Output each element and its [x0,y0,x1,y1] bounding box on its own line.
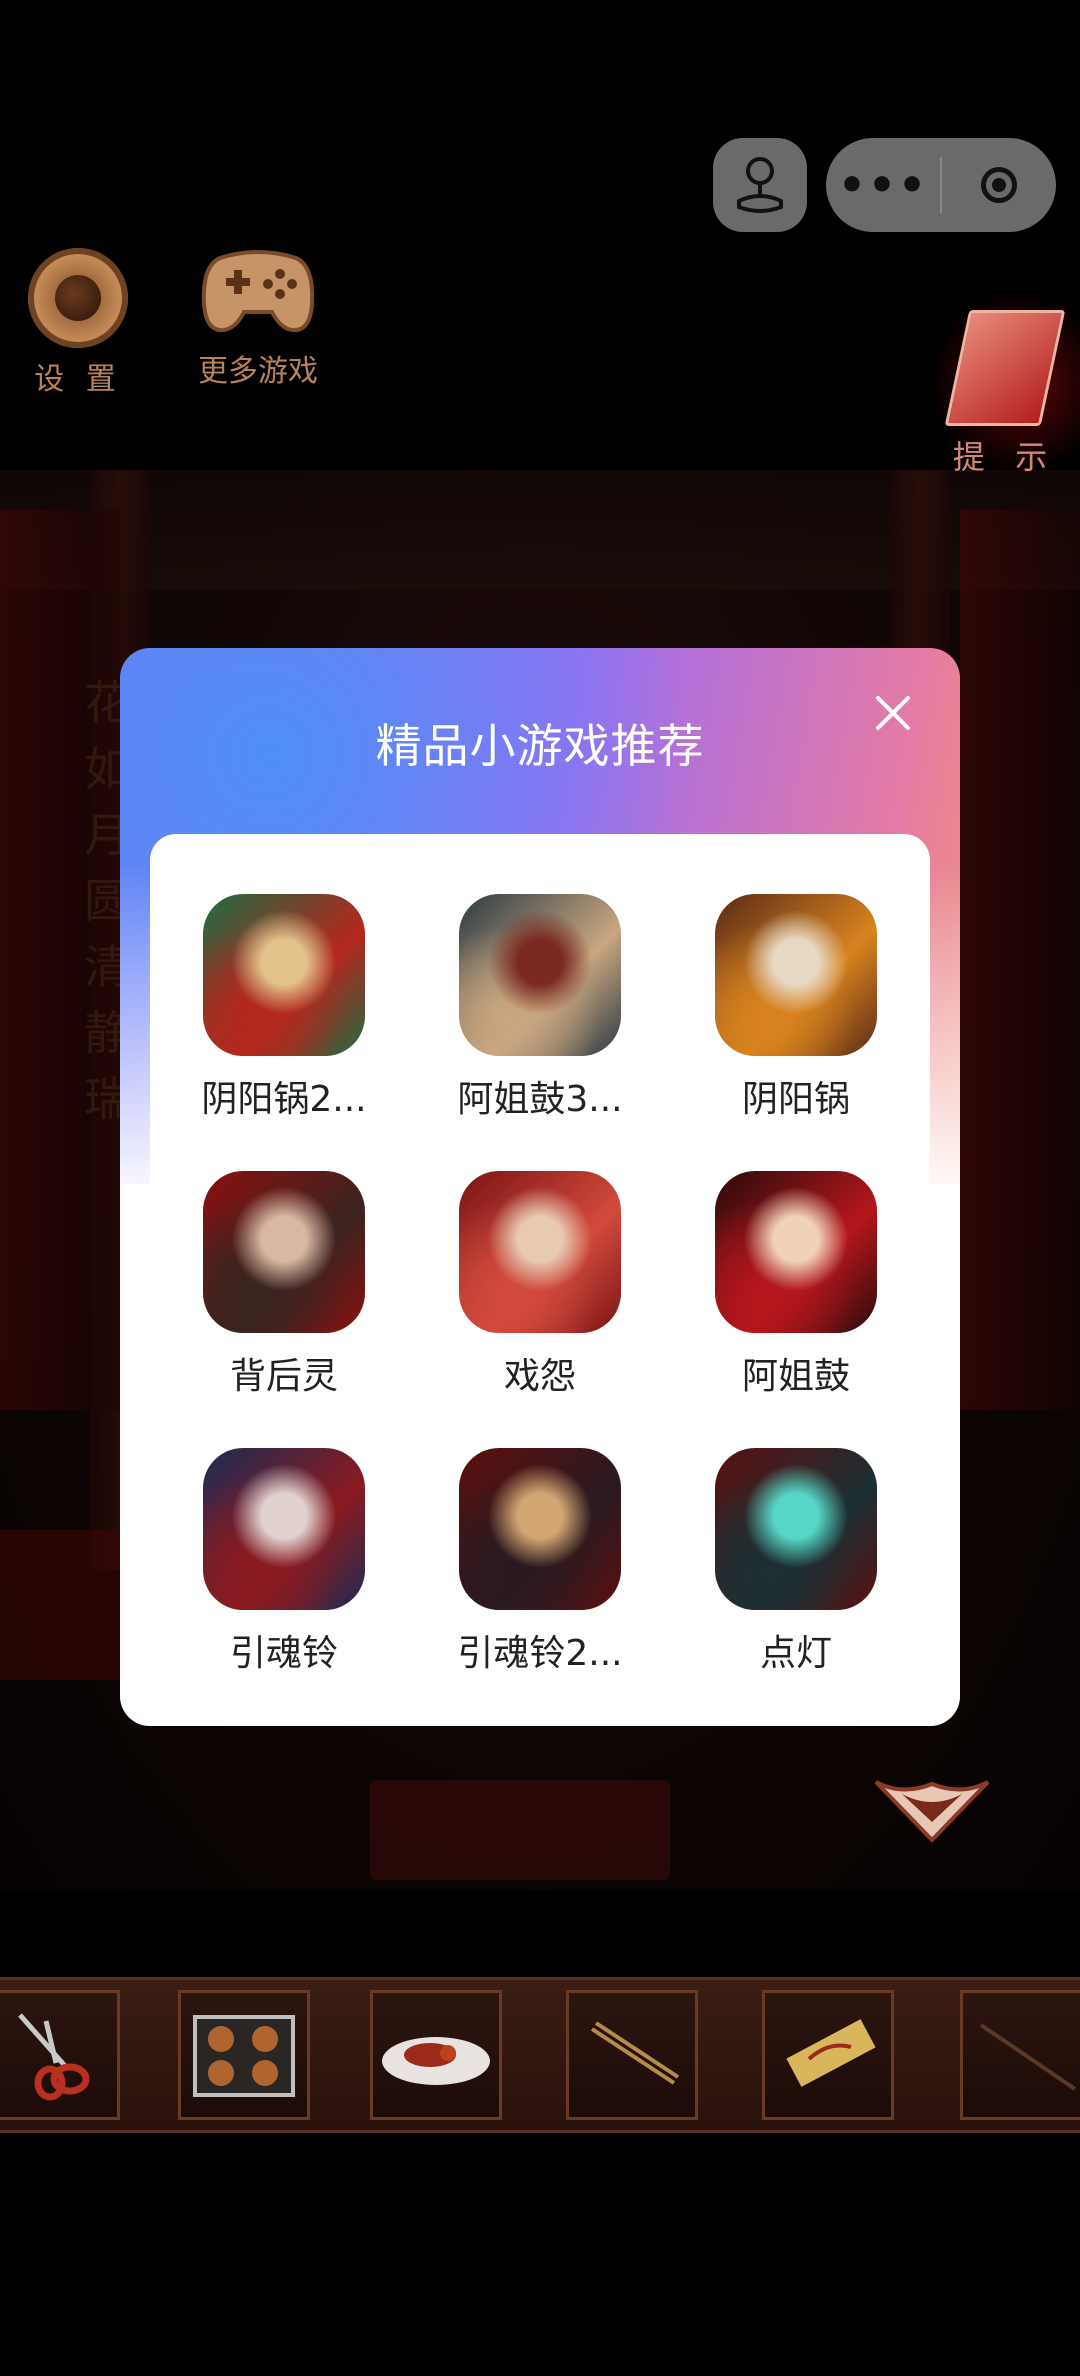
man-with-bell-icon [459,1448,621,1610]
more-games-button[interactable]: 更多游戏 [188,244,328,390]
incense-stick-icon [979,2023,1077,2091]
record-circle-icon [981,167,1017,203]
more-options-button[interactable]: ••• [826,138,940,232]
game-item[interactable]: 阿姐鼓3... [430,894,650,1134]
game-item[interactable]: 点灯 [686,1448,906,1688]
exit-mini-program-button[interactable] [942,138,1056,232]
game-screen: 花如月圆清静瑞 设 置 更多游戏 提 示 ••• 精品小游戏推荐 阴阳锅2...… [0,0,1080,2376]
close-icon[interactable] [870,690,916,736]
game-item[interactable]: 阴阳锅2... [174,894,394,1134]
settings-button[interactable]: 设 置 [18,248,138,398]
recommend-games-modal: 精品小游戏推荐 阴阳锅2... 阿姐鼓3... 阴阳锅 背后灵 戏怨 阿姐鼓 引… [120,648,960,1726]
game-name: 戏怨 [503,1356,576,1397]
game-name: 引魂铃 [229,1633,338,1674]
joystick-icon [737,157,783,213]
inventory-bar [0,1977,1080,2133]
hint-label: 提 示 [952,438,1058,476]
talisman-icon [786,2019,876,2087]
game-grid: 阴阳锅2... 阿姐鼓3... 阴阳锅 背后灵 戏怨 阿姐鼓 引魂铃 引魂铃2.… [150,834,930,1696]
inventory-slot[interactable] [0,1990,120,2120]
hotpot-icon [715,894,877,1056]
game-item[interactable]: 阿姐鼓 [686,1171,906,1411]
opera-mask-icon [459,1171,621,1333]
scissors-icon [18,2013,90,2101]
girl-portrait-icon [459,894,621,1056]
inventory-slot[interactable] [762,1990,894,2120]
hotpot-icon [203,894,365,1056]
inventory-slot[interactable] [960,1990,1080,2120]
lamp-hands-icon [715,1448,877,1610]
game-item[interactable]: 引魂铃 [174,1448,394,1688]
more-games-label: 更多游戏 [198,354,318,389]
chopsticks-icon [590,2021,680,2085]
game-item[interactable]: 背后灵 [174,1171,394,1411]
game-name: 阴阳锅 [741,1079,850,1120]
modal-title: 精品小游戏推荐 [375,719,705,773]
game-name: 点灯 [759,1633,832,1674]
game-name: 阴阳锅2... [201,1079,367,1120]
veiled-bride-icon [203,1448,365,1610]
hint-card-icon [944,310,1066,426]
inventory-slot[interactable] [370,1990,502,2120]
game-name: 阿姐鼓 [741,1356,850,1397]
drum-poster-icon [715,1171,877,1333]
inventory-slot[interactable] [566,1990,698,2120]
gamepad-icon [201,250,315,333]
chevron-down-icon[interactable] [872,1776,992,1846]
game-item[interactable]: 阴阳锅 [686,894,906,1134]
mini-program-capsule: ••• [826,138,1056,232]
settings-label: 设 置 [34,362,122,397]
game-name: 阿姐鼓3... [457,1079,623,1120]
hint-button[interactable]: 提 示 [930,288,1080,478]
ghost-pair-icon [203,1171,365,1333]
game-item[interactable]: 戏怨 [430,1171,650,1411]
game-name: 背后灵 [229,1356,338,1397]
game-item[interactable]: 引魂铃2... [430,1448,650,1688]
inventory-slot[interactable] [178,1990,310,2120]
food-plate-icon [382,2037,490,2085]
game-name: 引魂铃2... [457,1633,623,1674]
gear-icon [28,248,128,348]
joystick-button[interactable] [713,138,807,232]
mooncake-box-icon [193,2015,295,2097]
